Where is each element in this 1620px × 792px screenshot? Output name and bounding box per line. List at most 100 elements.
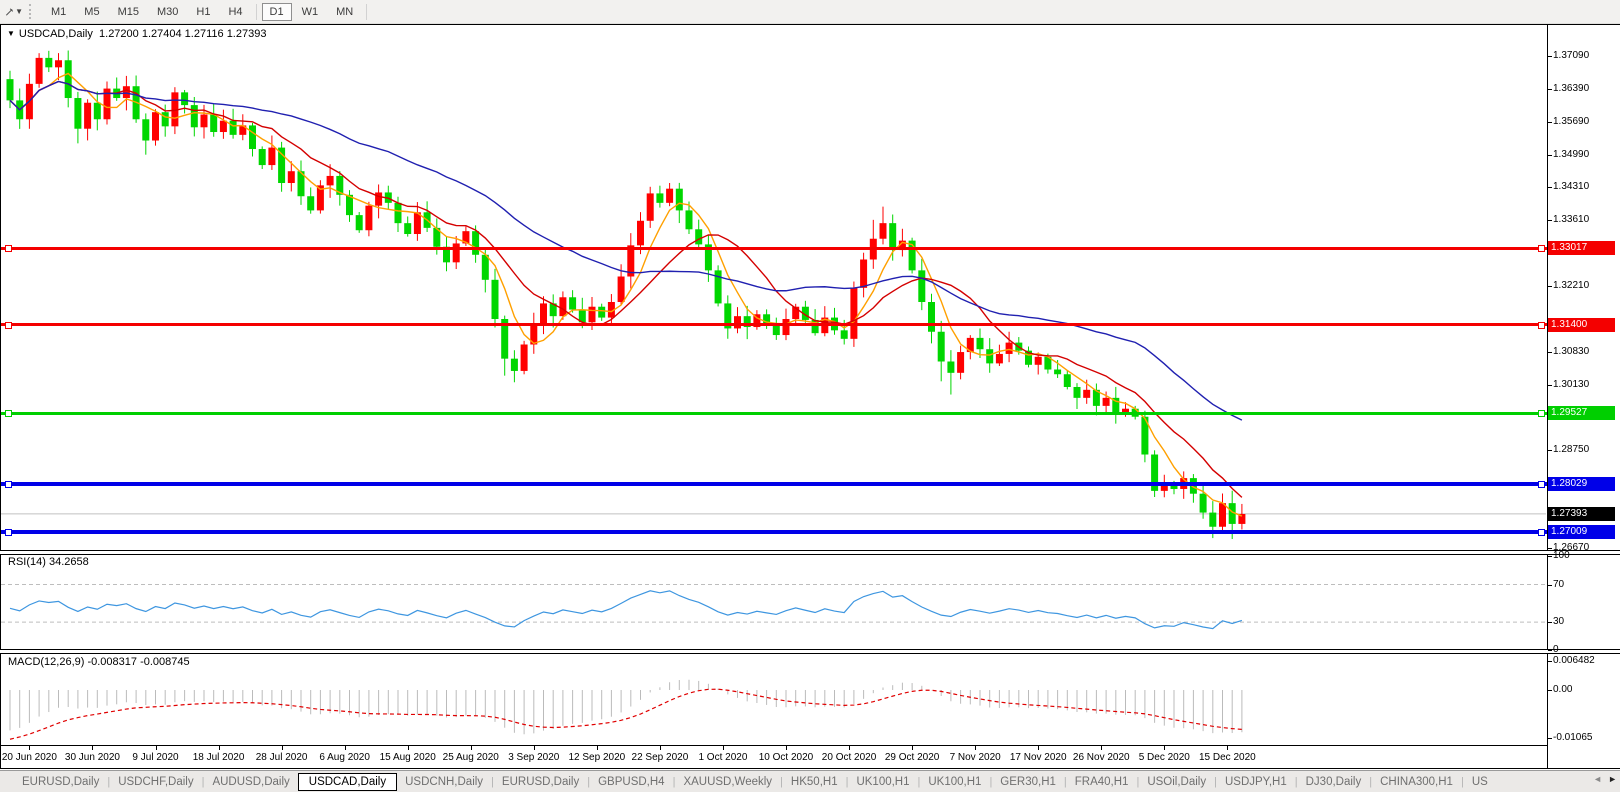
price-axis-tick bbox=[1548, 155, 1552, 157]
price-chart[interactable] bbox=[0, 0, 1620, 792]
chart-tab-usdjpy[interactable]: USDJPY,H1 bbox=[1217, 773, 1295, 791]
line-handle[interactable] bbox=[5, 410, 12, 418]
date-axis-tick bbox=[344, 746, 346, 750]
tf-button-h1[interactable]: H1 bbox=[188, 3, 218, 21]
date-axis-tick bbox=[596, 746, 598, 750]
tab-scroll-right-icon[interactable]: ► bbox=[1608, 774, 1617, 784]
chart-tab-usdcad[interactable]: USDCAD,Daily bbox=[297, 772, 398, 791]
date-axis-tick bbox=[1038, 746, 1040, 750]
price-axis-tick bbox=[1548, 89, 1552, 91]
rsi-axis-tick bbox=[1548, 650, 1552, 652]
chart-title: ▼ USDCAD,Daily 1.27200 1.27404 1.27116 1.… bbox=[7, 28, 266, 40]
line-handle[interactable] bbox=[1538, 410, 1545, 418]
pane-splitter-macd[interactable] bbox=[0, 649, 1620, 654]
rsi-axis-tick bbox=[1548, 622, 1552, 624]
tf-button-m5[interactable]: M5 bbox=[76, 3, 107, 21]
axis-separator bbox=[1547, 25, 1548, 769]
chart-symbol: USDCAD,Daily bbox=[18, 28, 93, 40]
tab-scroll-left-icon[interactable]: ◄ bbox=[1593, 774, 1602, 784]
chart-tab-china300[interactable]: CHINA300,H1 bbox=[1372, 773, 1461, 791]
tf-button-h4[interactable]: H4 bbox=[220, 3, 250, 21]
rsi-axis-label: 0 bbox=[1553, 644, 1559, 656]
line-handle[interactable] bbox=[5, 245, 12, 253]
macd-pane bbox=[9, 679, 1243, 740]
date-axis-tick bbox=[786, 746, 787, 750]
rsi-axis-label: 100 bbox=[1553, 550, 1570, 562]
line-handle[interactable] bbox=[5, 321, 12, 329]
current-price-badge: 1.27393 bbox=[1548, 506, 1615, 521]
line-handle[interactable] bbox=[5, 528, 12, 536]
price-axis-tick bbox=[1548, 220, 1552, 222]
chart-tab-dj30[interactable]: DJ30,Daily bbox=[1298, 773, 1370, 791]
macd-axis-tick bbox=[1548, 737, 1552, 739]
frame-top-border bbox=[0, 24, 1620, 25]
rsi-axis-tick bbox=[1548, 556, 1552, 558]
chart-tab-usdcnh[interactable]: USDCNH,Daily bbox=[397, 773, 491, 791]
ohlc-high: 1.27404 bbox=[141, 28, 182, 40]
price-level-line[interactable] bbox=[1, 246, 1547, 250]
date-axis-tick bbox=[849, 746, 851, 750]
trading-platform-window: ▼ M1 M5 M15 M30 H1 H4 D1 W1 MN ▼ USDCAD,Daily 1.2… bbox=[0, 0, 1620, 792]
toolbar-grip[interactable] bbox=[29, 4, 34, 19]
crosshair-cursor-icon[interactable]: ▼ bbox=[5, 4, 23, 20]
price-level-line[interactable] bbox=[1, 323, 1547, 327]
date-axis-tick bbox=[1101, 746, 1103, 750]
date-axis-tick bbox=[975, 746, 977, 750]
chart-tab-fra40[interactable]: FRA40,H1 bbox=[1067, 773, 1137, 791]
date-axis-tick bbox=[92, 746, 94, 750]
tf-button-mn[interactable]: MN bbox=[328, 3, 361, 21]
line-handle[interactable] bbox=[1538, 480, 1545, 488]
main-pane bbox=[1, 50, 1546, 540]
line-handle[interactable] bbox=[1538, 245, 1545, 253]
price-axis-label: 1.34310 bbox=[1553, 181, 1590, 193]
chart-tab-overflow[interactable]: US bbox=[1464, 773, 1488, 791]
tf-button-w1[interactable]: W1 bbox=[294, 3, 327, 21]
chart-tab-bar: EURUSD,Daily | USDCHF,Daily | AUDUSD,Daily US… bbox=[0, 770, 1620, 792]
price-level-badge: 1.29527 bbox=[1548, 406, 1615, 421]
tf-button-d1[interactable]: D1 bbox=[261, 2, 292, 21]
price-level-line[interactable] bbox=[1, 411, 1547, 415]
date-axis-tick bbox=[659, 746, 661, 750]
line-handle[interactable] bbox=[1538, 528, 1545, 536]
macd-label: MACD(12,26,9) -0.008317 -0.008745 bbox=[8, 656, 190, 668]
chart-tab-xauusd[interactable]: XAUUSD,Weekly bbox=[675, 773, 780, 791]
line-handle[interactable] bbox=[1538, 321, 1545, 329]
timeframe-buttons: M1 M5 M15 M30 H1 H4 D1 W1 MN bbox=[42, 2, 371, 21]
toolbar-separator bbox=[366, 3, 368, 20]
date-axis-tick bbox=[29, 746, 31, 750]
date-axis-label: 15 Dec 2020 bbox=[1198, 752, 1256, 763]
macd-axis-tick bbox=[1548, 690, 1552, 691]
chart-tab-uk100[interactable]: UK100,H1 bbox=[920, 773, 989, 791]
line-handle[interactable] bbox=[5, 480, 12, 488]
chart-tab-usdchf[interactable]: USDCHF,Daily bbox=[110, 773, 201, 791]
pane-splitter-rsi[interactable] bbox=[0, 550, 1620, 555]
chart-tab-eurusd[interactable]: EURUSD,Daily bbox=[494, 773, 587, 791]
chart-tab-usoil[interactable]: USOil,Daily bbox=[1139, 773, 1214, 791]
chart-tab-gbpusd[interactable]: GBPUSD,H4 bbox=[590, 773, 672, 791]
price-axis-tick bbox=[1548, 187, 1552, 189]
ohlc-open: 1.27200 bbox=[99, 28, 139, 40]
chart-tab-hk50[interactable]: HK50,H1 bbox=[783, 773, 846, 791]
price-axis-label: 1.36390 bbox=[1553, 83, 1590, 95]
triangle-down-icon[interactable]: ▼ bbox=[7, 29, 15, 38]
chart-tab-audusd[interactable]: AUDUSD,Daily bbox=[204, 773, 297, 791]
chart-tab-ger30[interactable]: GER30,H1 bbox=[992, 773, 1064, 791]
price-level-line[interactable] bbox=[1, 481, 1547, 486]
price-level-badge: 1.28029 bbox=[1548, 476, 1615, 491]
tf-button-m15[interactable]: M15 bbox=[110, 3, 147, 21]
tf-button-m30[interactable]: M30 bbox=[149, 3, 186, 21]
chart-tab-uk100[interactable]: UK100,H1 bbox=[848, 773, 917, 791]
rsi-axis-label: 70 bbox=[1553, 578, 1565, 590]
chart-tab-eurusd[interactable]: EURUSD,Daily bbox=[14, 773, 107, 791]
tf-button-m1[interactable]: M1 bbox=[43, 3, 74, 21]
rsi-axis-tick bbox=[1548, 584, 1552, 586]
rsi-label: RSI(14) 34.2658 bbox=[8, 556, 89, 568]
price-axis-tick bbox=[1548, 548, 1552, 549]
date-axis-tick bbox=[470, 746, 472, 750]
price-level-badge: 1.33017 bbox=[1548, 241, 1615, 256]
date-axis-tick bbox=[722, 746, 724, 750]
rsi-pane bbox=[1, 584, 1546, 630]
price-axis-label: 1.28750 bbox=[1553, 443, 1590, 455]
price-axis-tick bbox=[1548, 122, 1552, 124]
price-level-line[interactable] bbox=[1, 529, 1547, 534]
